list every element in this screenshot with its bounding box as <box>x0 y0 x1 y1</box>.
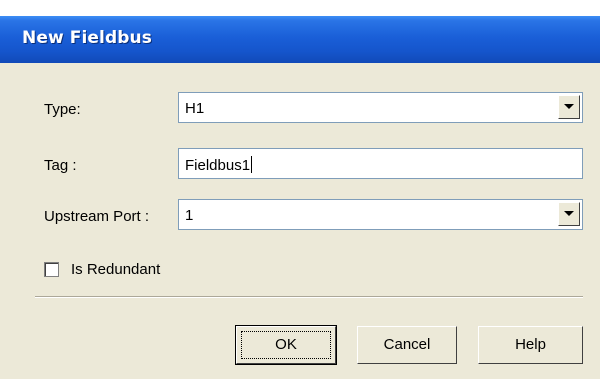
chevron-down-icon[interactable] <box>558 95 580 119</box>
tag-input[interactable]: Fieldbus1 <box>178 148 583 179</box>
tag-input-value: Fieldbus1 <box>185 157 251 174</box>
text-caret <box>251 156 253 173</box>
upstream-port-select[interactable]: 1 <box>178 199 583 230</box>
dialog-body: Type: H1 Tag : Fieldbus1 Upstream Port :… <box>0 63 600 379</box>
is-redundant-checkbox[interactable] <box>44 262 59 277</box>
type-select-value: H1 <box>185 100 205 117</box>
ok-button-label: OK <box>275 336 297 353</box>
is-redundant-label[interactable]: Is Redundant <box>71 261 160 278</box>
new-fieldbus-dialog: New Fieldbus Type: H1 Tag : Fieldbus1 Up… <box>0 0 600 379</box>
help-button[interactable]: Help <box>478 326 583 364</box>
cancel-button[interactable]: Cancel <box>357 326 457 364</box>
upstream-port-label: Upstream Port : <box>44 208 150 225</box>
upstream-port-value: 1 <box>185 207 194 224</box>
title-bar[interactable]: New Fieldbus <box>0 16 600 63</box>
ok-button[interactable]: OK <box>235 325 337 365</box>
type-label: Type: <box>44 101 81 118</box>
tag-label: Tag : <box>44 157 77 174</box>
top-strip <box>0 0 600 16</box>
chevron-down-icon[interactable] <box>558 202 580 226</box>
help-button-label: Help <box>515 336 546 353</box>
tag-input-text: Fieldbus1 <box>185 156 253 174</box>
type-select[interactable]: H1 <box>178 92 583 123</box>
cancel-button-label: Cancel <box>383 336 431 353</box>
separator <box>35 296 583 298</box>
dialog-title: New Fieldbus <box>22 28 152 48</box>
